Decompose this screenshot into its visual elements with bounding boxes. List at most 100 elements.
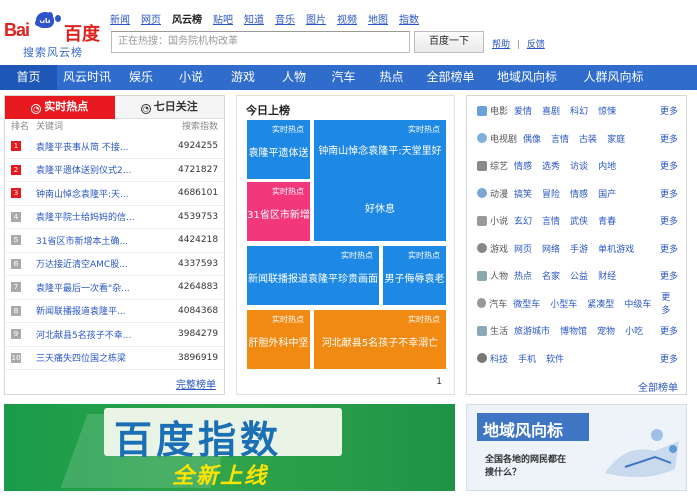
tab-realtime-hot[interactable]: ◔ 实时热点 (5, 96, 115, 119)
top-nav-link[interactable]: 指数 (399, 11, 419, 26)
category-keyword[interactable]: 科技 (490, 352, 508, 365)
more-link[interactable]: 更多 (660, 104, 678, 117)
category-keyword[interactable]: 古装 (579, 132, 597, 145)
category-keyword[interactable]: 手游 (570, 242, 588, 255)
category-name[interactable]: 电视剧 (490, 132, 517, 145)
keyword-link[interactable]: 袁隆平丧事从简 不接... (36, 140, 178, 153)
table-row[interactable]: 1 袁隆平丧事从简 不接... 4924255 (5, 135, 224, 159)
category-keyword[interactable]: 爱情 (514, 104, 532, 117)
hot-tile[interactable]: 实时热点 袁隆平遗体送 (247, 120, 310, 179)
keyword-link[interactable]: 钟南山悼念袁隆平:天... (36, 187, 178, 200)
category-name[interactable]: 人物 (490, 269, 508, 282)
category-keyword[interactable]: 网页 (514, 242, 532, 255)
main-nav-item[interactable]: 人群风向标 (568, 65, 659, 90)
category-keyword[interactable]: 名家 (542, 269, 560, 282)
more-link[interactable]: 更多 (660, 242, 678, 255)
top-nav-link[interactable]: 音乐 (275, 11, 295, 26)
more-link[interactable]: 更多 (660, 214, 678, 227)
category-name[interactable]: 动漫 (490, 187, 508, 200)
hot-tile[interactable]: 实时热点 河北献县5名孩子不幸溺亡 (314, 310, 446, 369)
main-nav-item[interactable]: 热点 (368, 65, 415, 90)
category-keyword[interactable]: 国产 (598, 187, 616, 200)
feedback-link[interactable]: 反馈 (527, 40, 545, 50)
all-lists-link[interactable]: 全部榜单 (638, 379, 678, 394)
category-name[interactable]: 游戏 (490, 242, 508, 255)
category-name[interactable]: 小说 (490, 214, 508, 227)
category-keyword[interactable]: 博物馆 (560, 324, 587, 337)
category-keyword[interactable]: 内地 (598, 159, 616, 172)
table-row[interactable]: 5 31省区市新增本土确... 4424218 (5, 229, 224, 253)
hot-tile[interactable]: 实时热点 31省区市新增 (247, 182, 310, 241)
category-keyword[interactable]: 财经 (598, 269, 616, 282)
help-link[interactable]: 帮助 (492, 40, 510, 50)
main-nav-item[interactable]: 地域风向标 (486, 65, 568, 90)
main-nav-item[interactable]: 首页 (0, 65, 57, 90)
table-row[interactable]: 4 袁隆平院士给妈妈的信... 4539753 (5, 206, 224, 229)
hot-tile[interactable]: 实时热点 肝胆外科中坚 (247, 310, 310, 369)
category-keyword[interactable]: 紧凑型 (587, 297, 614, 310)
main-nav-item[interactable]: 汽车 (319, 65, 368, 90)
more-link[interactable]: 更多 (660, 324, 678, 337)
category-keyword[interactable]: 喜剧 (542, 104, 560, 117)
category-keyword[interactable]: 手机 (518, 352, 536, 365)
tab-seven-day[interactable]: ◔ 七日关注 (114, 96, 224, 119)
more-link[interactable]: 更多 (661, 290, 678, 316)
keyword-link[interactable]: 袁隆平院士给妈妈的信... (36, 210, 178, 223)
category-keyword[interactable]: 情感 (514, 159, 532, 172)
search-button[interactable]: 百度一下 (414, 31, 484, 53)
category-name[interactable]: 电影 (490, 104, 508, 117)
category-keyword[interactable]: 武侠 (570, 214, 588, 227)
main-nav-item[interactable]: 小说 (165, 65, 217, 90)
more-link[interactable]: 更多 (660, 269, 678, 282)
top-nav-link[interactable]: 视频 (337, 11, 357, 26)
table-row[interactable]: 6 万达接近清空AMC股... 4337593 (5, 253, 224, 276)
category-keyword[interactable]: 玄幻 (514, 214, 532, 227)
category-keyword[interactable]: 宠物 (597, 324, 615, 337)
hot-tile[interactable]: 实时热点 新闻联播报道袁隆平珍贵画面 (247, 246, 379, 305)
category-keyword[interactable]: 旅游城市 (514, 324, 550, 337)
table-row[interactable]: 9 河北献县5名孩子不幸... 3984279 (5, 323, 224, 347)
region-trend-banner[interactable]: 地域风向标 全国各地的网民都在 搜什么？ (466, 404, 687, 491)
more-link[interactable]: 更多 (660, 159, 678, 172)
category-keyword[interactable]: 情感 (570, 187, 588, 200)
category-keyword[interactable]: 选秀 (542, 159, 560, 172)
baidu-index-banner[interactable]: 百度指数 全新上线 (4, 404, 455, 491)
top-nav-link[interactable]: 知道 (244, 11, 264, 26)
category-keyword[interactable]: 公益 (570, 269, 588, 282)
top-nav-link[interactable]: 贴吧 (213, 11, 233, 26)
hot-tile[interactable]: 实时热点 男子侮辱袁老 (383, 246, 446, 305)
category-keyword[interactable]: 单机游戏 (598, 242, 634, 255)
category-keyword[interactable]: 小吃 (625, 324, 643, 337)
category-keyword[interactable]: 访谈 (570, 159, 588, 172)
keyword-link[interactable]: 万达接近清空AMC股... (36, 257, 178, 270)
hot-tile[interactable]: 实时热点 钟南山悼念袁隆平:天堂里好 好休息 (314, 120, 446, 241)
category-keyword[interactable]: 网络 (542, 242, 560, 255)
category-name[interactable]: 综艺 (490, 159, 508, 172)
category-keyword[interactable]: 中级车 (624, 297, 651, 310)
top-nav-link[interactable]: 地图 (368, 11, 388, 26)
category-keyword[interactable]: 科幻 (570, 104, 588, 117)
category-keyword[interactable]: 搞笑 (514, 187, 532, 200)
category-keyword[interactable]: 言情 (551, 132, 569, 145)
category-keyword[interactable]: 小型车 (550, 297, 577, 310)
top-nav-link[interactable]: 新闻 (110, 11, 130, 26)
more-link[interactable]: 更多 (660, 352, 678, 365)
table-row[interactable]: 3 钟南山悼念袁隆平:天... 4686101 (5, 182, 224, 206)
keyword-link[interactable]: 新闻联播报道袁隆平... (36, 304, 178, 317)
main-nav-item[interactable]: 风云时讯 (57, 65, 117, 90)
category-keyword[interactable]: 青春 (598, 214, 616, 227)
table-row[interactable]: 2 袁隆平遗体送别仪式2... 4721827 (5, 159, 224, 182)
category-keyword[interactable]: 偶像 (523, 132, 541, 145)
main-nav-item[interactable]: 娱乐 (117, 65, 165, 90)
category-name[interactable]: 汽车 (489, 297, 507, 310)
category-name[interactable]: 生活 (490, 324, 508, 337)
keyword-link[interactable]: 31省区市新增本土确... (36, 234, 178, 247)
top-nav-link[interactable]: 图片 (306, 11, 326, 26)
main-nav-item[interactable]: 全部榜单 (415, 65, 486, 90)
top-nav-link[interactable]: 网页 (141, 11, 161, 26)
page-number[interactable]: 1 (436, 377, 442, 387)
keyword-link[interactable]: 袁隆平最后一次看"杂... (36, 281, 178, 294)
keyword-link[interactable]: 河北献县5名孩子不幸... (36, 328, 178, 341)
more-link[interactable]: 更多 (660, 132, 678, 145)
category-keyword[interactable]: 热点 (514, 269, 532, 282)
